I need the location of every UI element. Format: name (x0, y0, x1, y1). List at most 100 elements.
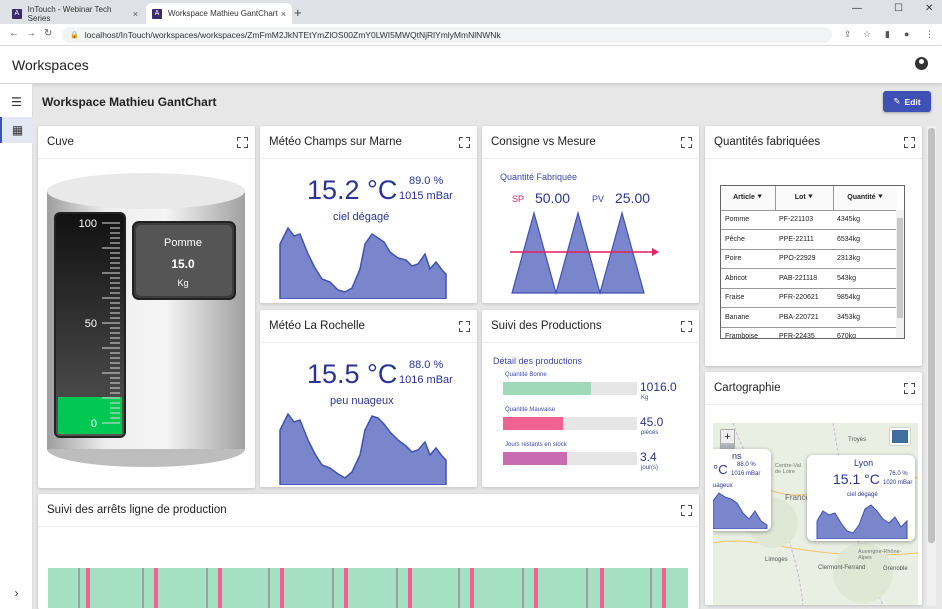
popup-pressure: 1020 mBar (883, 480, 913, 486)
bar-track (503, 382, 637, 395)
idle-mark (586, 568, 588, 608)
bar-label: Quantité Bonne (505, 372, 547, 378)
stop-mark (470, 568, 474, 608)
tab-close-icon[interactable]: × (281, 9, 286, 19)
browser-menu-icon[interactable]: ⋮ (925, 29, 934, 40)
table-cell: Poire (721, 249, 775, 269)
stops-timeline (48, 568, 688, 608)
column-header-lot[interactable]: Lot ⯆ (775, 186, 834, 211)
column-header-article[interactable]: Article ⯆ (721, 186, 776, 211)
fullscreen-icon[interactable] (904, 137, 913, 146)
bar-value: 3.4 (640, 450, 657, 464)
table-row[interactable]: Abricot PAB-221118 543kg (721, 268, 897, 289)
idle-mark (396, 568, 398, 608)
idle-mark (268, 568, 270, 608)
close-window-icon[interactable]: ✕ (925, 3, 933, 14)
card-title: Cuve (47, 136, 74, 148)
popup-pressure: 1016 mBar (731, 471, 761, 477)
account-icon[interactable] (915, 57, 928, 70)
humidity: 89.0 % (409, 175, 444, 187)
fullscreen-icon[interactable] (459, 321, 468, 330)
page-scrollbar[interactable] (927, 126, 936, 606)
table-cell: Fraise (721, 288, 775, 308)
table-cell: 4345kg (833, 210, 897, 230)
table-cell: Banane (721, 307, 775, 328)
table-scrollbar[interactable] (896, 210, 904, 338)
table-row[interactable]: Framboise PFR-22435 670kg (721, 327, 897, 338)
fullscreen-icon[interactable] (681, 137, 690, 146)
table-cell: 9854kg (833, 288, 897, 308)
column-header-quantite[interactable]: Quantité ⯆ (833, 186, 897, 211)
popup-temp: 15.1 °C (833, 471, 880, 487)
table-row[interactable]: Fraise PFR-220621 9854kg (721, 288, 897, 308)
stop-mark (218, 568, 222, 608)
production-table: Article ⯆ Lot ⯆ Quantité ⯆ Pomme PF-22110… (720, 185, 905, 339)
map-city-label: Grenoble (883, 566, 908, 572)
fullscreen-icon[interactable] (904, 383, 913, 392)
map-region-label: Auvergne-Rhône-Alpes (858, 549, 902, 561)
table-cell: 543kg (833, 268, 897, 289)
table-row[interactable]: Banane PBA-220721 3453kg (721, 307, 897, 328)
profile-icon[interactable]: ● (904, 29, 909, 39)
consigne-subtitle: Quantité Fabriquée (500, 172, 578, 182)
new-tab-button[interactable]: + (294, 5, 302, 20)
idle-mark (206, 568, 208, 608)
filter-icon: ⯆ (877, 193, 884, 201)
table-row[interactable]: Pomme PF-221103 4345kg (721, 210, 897, 230)
pv-value: 25.00 (615, 190, 651, 206)
maximize-icon[interactable]: ☐ (894, 3, 903, 14)
popup-sky: uageux (713, 483, 733, 489)
zoom-in-button[interactable]: + (721, 430, 734, 444)
bookmark-star-icon[interactable]: ☆ (863, 29, 871, 40)
temperature-chart (279, 226, 447, 299)
fullscreen-icon[interactable] (681, 321, 690, 330)
card-title: Météo Champs sur Marne (269, 136, 402, 148)
url-input[interactable]: 🔒 localhost/InTouch/workspaces/workspace… (62, 27, 832, 43)
table-cell: Pêche (721, 229, 775, 250)
expand-sidebar-chevron-icon[interactable]: › (0, 580, 33, 606)
pressure: 1016 mBar (399, 374, 453, 386)
share-icon[interactable]: ⇪ (844, 29, 852, 40)
table-row[interactable]: Poire PPO-22929 2313kg (721, 249, 897, 269)
browser-tab-strip: A InTouch - Webinar Tech Series × A Work… (0, 0, 942, 24)
popup-chart (713, 492, 768, 529)
map-popup-left[interactable]: ns °C 88.0 % 1016 mBar uageux (713, 449, 771, 531)
reload-icon[interactable]: ↻ (44, 28, 52, 39)
side-panel-icon[interactable]: ▮ (885, 29, 890, 40)
stop-mark (534, 568, 538, 608)
map[interactable]: Troyes Centre-Val de Loire France Limoge… (713, 423, 918, 605)
bar-value: 45.0 (640, 415, 664, 429)
forward-icon[interactable]: → (26, 28, 36, 39)
bar-fill (503, 417, 564, 430)
map-city-label: Limoges (765, 557, 788, 563)
map-layers-icon[interactable] (890, 428, 910, 445)
bar-unit: Kg (641, 395, 649, 401)
suivi-subtitle: Détail des productions (493, 356, 583, 366)
dashboard-icon[interactable]: ▦ (0, 117, 33, 143)
popup-humidity: 88.0 % (737, 462, 756, 468)
tank-value: 15.0 (171, 257, 195, 271)
minimize-icon[interactable]: — (852, 3, 862, 14)
tab-close-icon[interactable]: × (133, 9, 138, 19)
fullscreen-icon[interactable] (237, 137, 246, 146)
pencil-icon: ✎ (893, 96, 901, 106)
temperature-chart (279, 412, 447, 485)
stop-mark (154, 568, 158, 608)
back-icon[interactable]: ← (9, 28, 19, 39)
table-row[interactable]: Pêche PPE-22111 6534kg (721, 229, 897, 250)
app-title: Workspaces (12, 57, 89, 73)
table-cell: Framboise (721, 327, 775, 338)
gauge-label-max: 100 (79, 218, 97, 230)
edit-button[interactable]: ✎ Edit (883, 91, 931, 112)
map-popup-lyon[interactable]: Lyon 15.1 °C 76.0 % 1020 mBar ciel dégag… (807, 455, 915, 541)
popup-chart (816, 504, 908, 539)
list-menu-icon[interactable]: ☰ (0, 89, 33, 115)
popup-humidity: 76.0 % (889, 471, 908, 477)
fullscreen-icon[interactable] (681, 505, 690, 514)
browser-tab-intouch[interactable]: A InTouch - Webinar Tech Series × (6, 3, 144, 24)
idle-mark (458, 568, 460, 608)
browser-tab-workspace[interactable]: A Workspace Mathieu GantChart × (146, 3, 292, 24)
idle-mark (650, 568, 652, 608)
fullscreen-icon[interactable] (459, 137, 468, 146)
scrollbar-thumb[interactable] (928, 128, 935, 543)
